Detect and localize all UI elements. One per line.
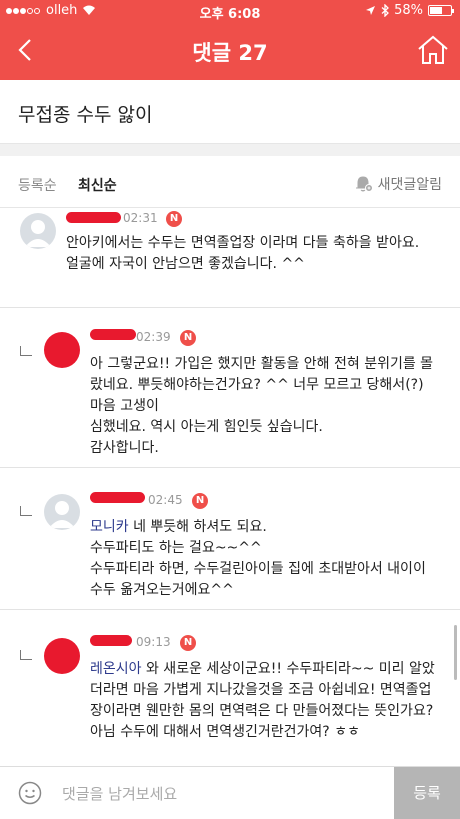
mention-link[interactable]: 레온시아 — [90, 661, 142, 677]
section-divider — [0, 144, 460, 156]
location-icon — [366, 6, 376, 15]
new-badge: N — [192, 493, 208, 509]
nav-bar: 댓글 27 — [0, 22, 460, 80]
reply-indicator-icon — [20, 346, 32, 356]
comment-body: 와 새로운 세상이군요!! 수두파티라~~ 미리 알았더라면 마음 가볍게 지나… — [90, 661, 435, 740]
new-comment-alarm-button[interactable]: 새댓글알림 — [354, 174, 442, 194]
author-name — [90, 635, 132, 646]
battery-level — [430, 7, 442, 14]
home-icon — [418, 35, 448, 64]
comment-time: 02:39 — [136, 330, 171, 344]
avatar — [44, 638, 80, 674]
status-right: 58% — [365, 3, 454, 18]
avatar — [44, 494, 80, 530]
new-badge: N — [180, 330, 196, 346]
author-name — [66, 212, 121, 223]
comment-input[interactable]: 댓글을 남겨보세요 — [62, 783, 177, 804]
comment-item: 09:13 N 레온시아 와 새로운 세상이군요!! 수두파티라~~ 미리 알았… — [0, 610, 460, 766]
battery-icon — [428, 5, 454, 16]
sort-bar: 등록순 최신순 새댓글알림 — [0, 156, 460, 208]
new-badge: N — [180, 635, 196, 651]
author-name — [90, 329, 136, 340]
comment-time: 02:45 — [148, 493, 183, 507]
mention-link[interactable]: 모니카 — [90, 519, 129, 535]
comment-time: 02:31 — [123, 211, 158, 225]
post-title: 무접종 수두 앓이 — [0, 80, 460, 144]
avatar — [44, 332, 80, 368]
submit-button[interactable]: 등록 — [394, 767, 460, 819]
comment-text: 레온시아 와 새로운 세상이군요!! 수두파티라~~ 미리 알았더라면 마음 가… — [90, 659, 440, 743]
comment-text: 아 그렇군요!! 가입은 했지만 활동을 안해 전혀 분위기를 몰랐네요. 뿌듯… — [90, 356, 434, 456]
comment-body: 네 뿌듯해 하셔도 되요. 수두파티도 하는 걸요~~^^ 수두파티라 하면, … — [90, 519, 426, 598]
alarm-label: 새댓글알림 — [377, 177, 442, 193]
reply-indicator-icon — [20, 650, 32, 660]
reply-indicator-icon — [20, 506, 32, 516]
comment-item: 02:31 N 안아키에서는 수두는 면역졸업장 이라며 다들 축하을 받아요.… — [0, 208, 460, 308]
comment-text: 모니카 네 뿌듯해 하셔도 되요. 수두파티도 하는 걸요~~^^ 수두파티라 … — [90, 517, 440, 601]
sort-newest-tab[interactable]: 최신순 — [78, 175, 117, 195]
home-button[interactable] — [416, 34, 450, 66]
new-badge: N — [166, 211, 182, 227]
emoji-icon[interactable] — [18, 781, 42, 805]
comment-item: 02:45 N 모니카 네 뿌듯해 하셔도 되요. 수두파티도 하는 걸요~~^… — [0, 468, 460, 610]
author-name — [90, 492, 145, 503]
scrollbar[interactable] — [454, 625, 457, 680]
bluetooth-icon — [381, 4, 390, 17]
page-title: 댓글 27 — [192, 41, 268, 65]
status-bar: olleh 오후 6:08 58% — [0, 0, 460, 22]
comment-time: 09:13 — [136, 635, 171, 649]
comment-list: 02:31 N 안아키에서는 수두는 면역졸업장 이라며 다들 축하을 받아요.… — [0, 208, 460, 766]
comment-input-bar: 댓글을 남겨보세요 등록 — [0, 766, 460, 819]
bell-icon — [355, 176, 373, 192]
comment-text: 안아키에서는 수두는 면역졸업장 이라며 다들 축하을 받아요. 얼굴에 자국이… — [66, 235, 420, 272]
sort-oldest-tab[interactable]: 등록순 — [18, 175, 57, 195]
comment-item: 02:39 N 아 그렇군요!! 가입은 했지만 활동을 안해 전혀 분위기를 … — [0, 308, 460, 468]
battery-percent: 58% — [394, 3, 423, 18]
avatar — [20, 213, 56, 249]
